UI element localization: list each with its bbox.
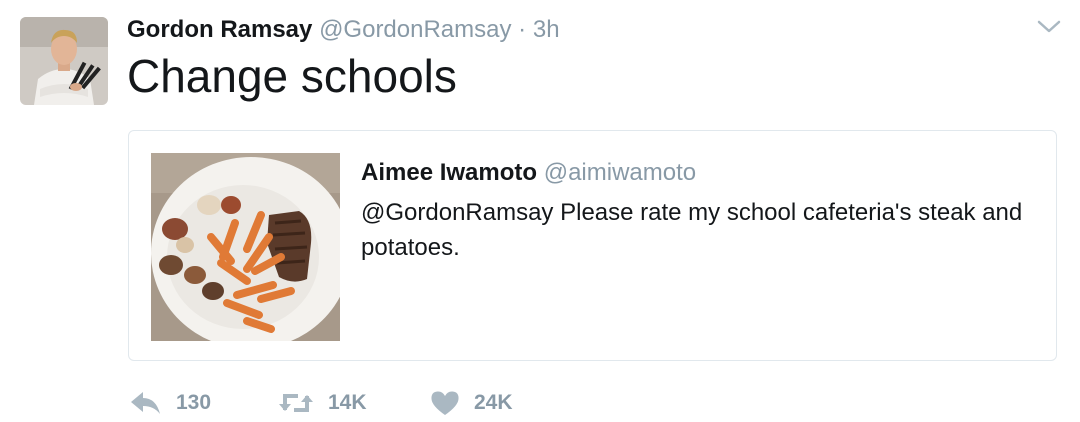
- tweet-header: Gordon Ramsay @GordonRamsay · 3h: [127, 15, 560, 45]
- reply-button[interactable]: 130: [130, 387, 211, 419]
- like-count: 24K: [474, 391, 513, 414]
- timestamp[interactable]: 3h: [533, 16, 560, 43]
- quoted-tweet-header: Aimee Iwamoto @aimiwamoto: [361, 158, 696, 188]
- quoted-author-name[interactable]: Aimee Iwamoto: [361, 159, 537, 186]
- chevron-down-icon[interactable]: [1035, 17, 1063, 37]
- author-name[interactable]: Gordon Ramsay: [127, 16, 312, 43]
- reply-count: 130: [176, 391, 212, 414]
- avatar[interactable]: [20, 17, 108, 105]
- like-button[interactable]: 24K: [430, 387, 513, 419]
- quoted-tweet[interactable]: Aimee Iwamoto @aimiwamoto @GordonRamsay …: [128, 130, 1057, 361]
- retweet-count: 14K: [328, 391, 367, 414]
- quoted-tweet-text: @GordonRamsay Please rate my school cafe…: [361, 199, 1023, 261]
- separator: ·: [518, 16, 527, 43]
- tweet: Gordon Ramsay @GordonRamsay · 3h Change …: [0, 0, 1080, 422]
- quoted-tweet-image[interactable]: [151, 153, 340, 341]
- quoted-author-handle[interactable]: @aimiwamoto: [544, 159, 696, 186]
- heart-icon: [430, 390, 460, 416]
- tweet-text: Change schools: [127, 50, 457, 102]
- author-handle[interactable]: @GordonRamsay: [319, 16, 511, 43]
- retweet-button[interactable]: 14K: [278, 387, 367, 419]
- reply-icon: [130, 390, 162, 416]
- retweet-icon: [278, 390, 314, 416]
